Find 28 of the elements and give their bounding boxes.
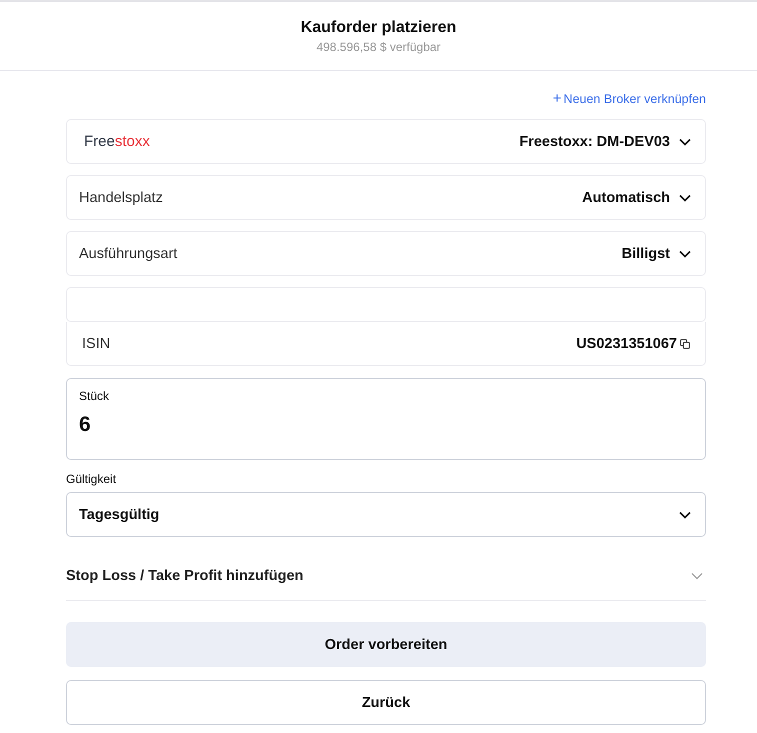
chevron-down-icon — [679, 138, 691, 146]
field-label: Handelsplatz — [79, 190, 163, 206]
back-button[interactable]: Zurück — [66, 680, 706, 725]
quantity-field[interactable]: Stück 6 — [66, 378, 706, 460]
field-label: Gültigkeit — [66, 472, 118, 486]
broker-select[interactable]: Freestoxx Freestoxx: DM-DEV03 — [66, 119, 706, 164]
validity-select[interactable]: Tagesgültig — [66, 492, 706, 537]
isin-value: US0231351067 — [576, 336, 677, 352]
add-broker-link[interactable]: +Neuen Broker verknüpfen — [552, 90, 706, 108]
chevron-down-icon — [679, 194, 691, 202]
chevron-down-icon — [679, 250, 691, 258]
copy-icon[interactable] — [680, 338, 690, 348]
broker-logo: Freestoxx — [83, 133, 150, 150]
select-value: Tagesgültig — [79, 506, 160, 522]
stop-loss-toggle[interactable]: Stop Loss / Take Profit hinzufügen — [66, 552, 706, 601]
available-balance: 498.596,58 $ verfügbar — [316, 40, 441, 54]
select-value: Billigst — [622, 246, 670, 262]
select-value: Freestoxx: DM-DEV03 — [519, 134, 670, 150]
isin-label: ISIN — [82, 336, 110, 352]
select-field[interactable]: Ausführungsart Billigst — [66, 231, 706, 276]
select-value: Automatisch — [582, 190, 670, 206]
chevron-down-icon — [679, 510, 691, 518]
field-label: Ausführungsart — [79, 246, 178, 262]
dialog-title: Kauforder platzieren — [300, 19, 456, 37]
select-field[interactable]: Handelsplatz Automatisch — [66, 175, 706, 220]
field-label: Stück — [79, 389, 110, 403]
chevron-icon — [691, 572, 703, 580]
prepare-order-button[interactable]: Order vorbereiten — [66, 622, 706, 667]
